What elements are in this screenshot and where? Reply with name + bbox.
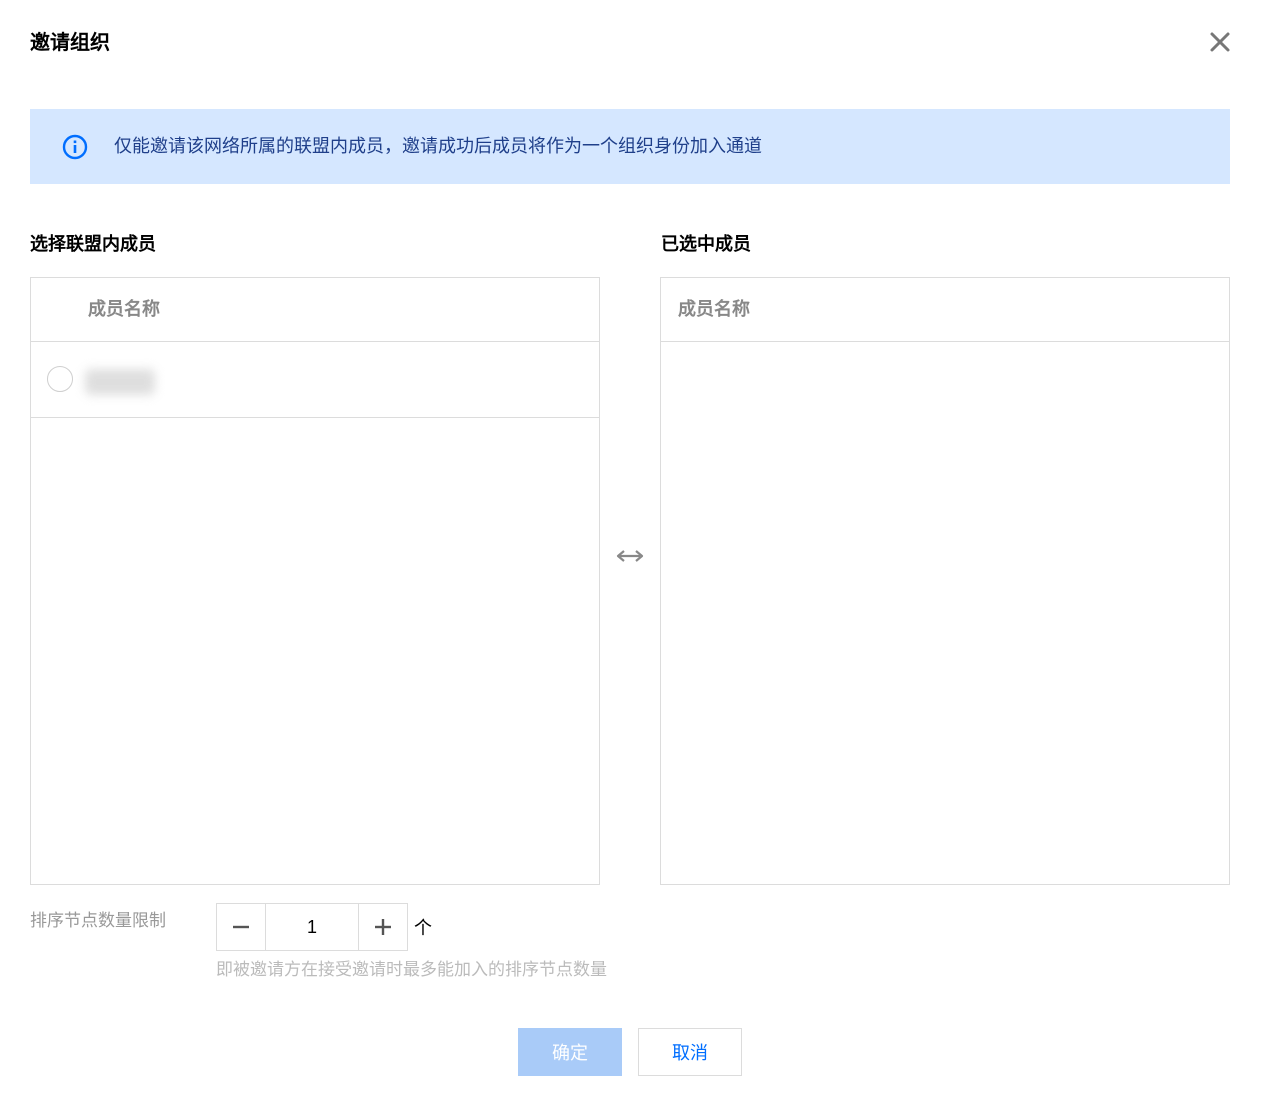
- close-icon: [1210, 32, 1230, 52]
- decrement-button[interactable]: [217, 904, 265, 950]
- transfer-arrows-icon: [616, 550, 644, 562]
- plus-icon: [375, 919, 391, 935]
- selected-members-panel: 成员名称: [660, 277, 1230, 885]
- minus-icon: [233, 925, 249, 929]
- available-members-panel: 成员名称: [30, 277, 600, 885]
- column-header-member-name: 成员名称: [678, 299, 750, 320]
- member-name-redacted: [85, 369, 155, 395]
- column-header-member-name: 成员名称: [88, 299, 160, 320]
- table-header: 成员名称: [661, 278, 1229, 342]
- dialog-title: 邀请组织: [30, 30, 110, 54]
- member-radio[interactable]: [47, 366, 73, 392]
- increment-button[interactable]: [359, 904, 407, 950]
- limit-hint: 即被邀请方在接受邀请时最多能加入的排序节点数量: [216, 960, 607, 980]
- table-header: 成员名称: [31, 278, 599, 342]
- orderer-limit-stepper: 1: [216, 903, 408, 951]
- table-row[interactable]: [31, 342, 599, 418]
- right-panel-label: 已选中成员: [661, 234, 751, 255]
- orderer-limit-label: 排序节点数量限制: [30, 911, 166, 931]
- close-button[interactable]: [1206, 28, 1234, 56]
- info-banner: 仅能邀请该网络所属的联盟内成员，邀请成功后成员将作为一个组织身份加入通道: [30, 109, 1230, 184]
- left-panel-label: 选择联盟内成员: [30, 234, 156, 255]
- orderer-limit-input[interactable]: 1: [265, 904, 359, 950]
- info-text: 仅能邀请该网络所属的联盟内成员，邀请成功后成员将作为一个组织身份加入通道: [114, 136, 762, 157]
- info-icon: [62, 134, 88, 160]
- cancel-button[interactable]: 取消: [638, 1028, 742, 1076]
- confirm-button[interactable]: 确定: [518, 1028, 622, 1076]
- limit-unit: 个: [414, 918, 432, 939]
